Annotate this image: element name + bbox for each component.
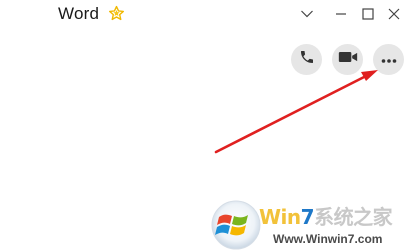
voice-call-button[interactable] — [291, 44, 322, 75]
watermark-url: Www.Winwin7.com — [273, 232, 383, 246]
close-icon[interactable] — [384, 5, 404, 23]
phone-icon — [299, 49, 315, 70]
watermark-brand-part1: Win — [259, 205, 301, 229]
watermark-brand-part3: 系统之家 — [314, 205, 393, 229]
minimize-icon[interactable] — [331, 5, 351, 23]
more-options-button[interactable] — [373, 44, 404, 75]
maximize-icon[interactable] — [358, 5, 378, 23]
watermark-brand: Win7系统之家 — [259, 205, 393, 229]
more-dots-icon — [381, 51, 397, 69]
title-bar: Word — [0, 0, 409, 30]
watermark-brand-part2: 7 — [300, 205, 315, 229]
windows-logo-icon — [211, 200, 261, 250]
video-call-button[interactable] — [332, 44, 363, 75]
chat-title: Word — [58, 4, 100, 23]
star-icon[interactable] — [108, 5, 125, 22]
chevron-down-icon[interactable] — [297, 5, 317, 23]
watermark: Win7系统之家 Www.Winwin7.com — [210, 196, 409, 252]
video-camera-icon — [338, 49, 358, 70]
